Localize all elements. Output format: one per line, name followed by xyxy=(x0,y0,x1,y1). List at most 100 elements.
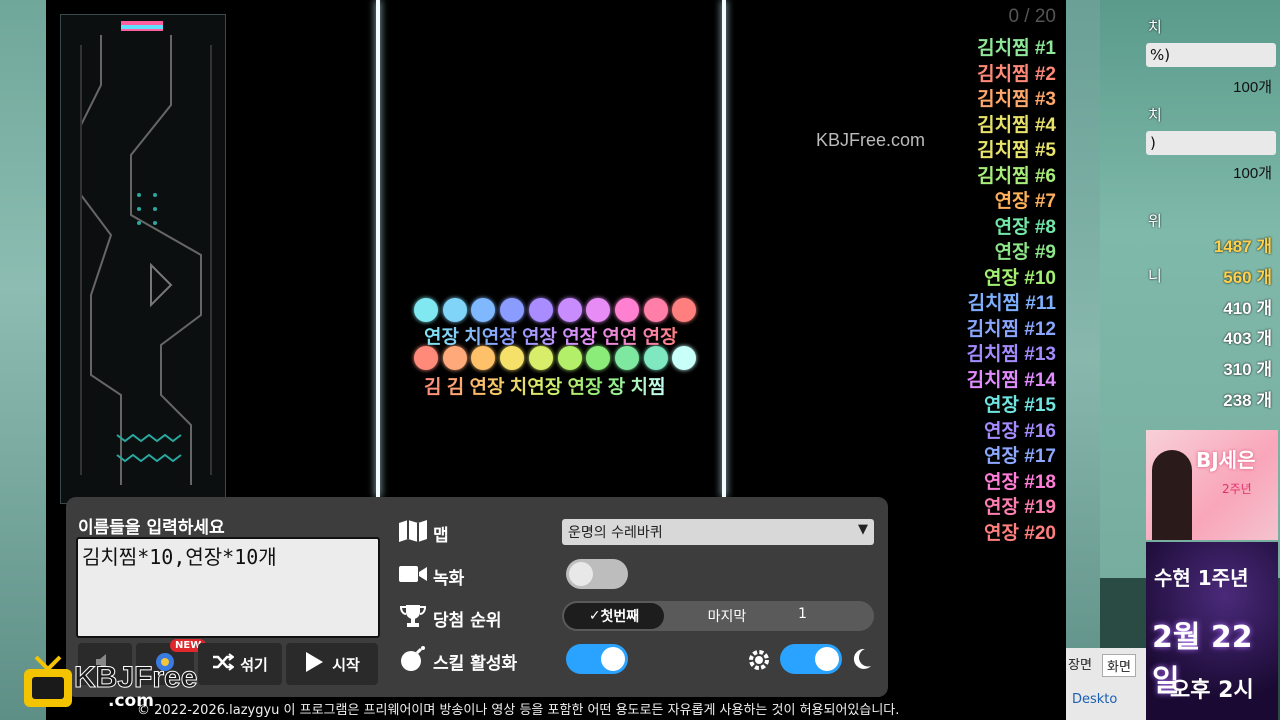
promo-sub: 2주년 xyxy=(1222,482,1252,496)
rank-selector: ✓ 첫번째 마지막 1 xyxy=(562,601,874,631)
ranking-list: 김치찜 #1 김치찜 #2 김치찜 #3 김치찜 #4 김치찜 #5 김치찜 #6 연장 #… xyxy=(926,36,1056,546)
avatar xyxy=(1152,450,1192,540)
marble xyxy=(528,346,553,370)
promo-banner-2: 수현 1주년 2월 22일 오후 2시 xyxy=(1146,542,1278,720)
theme-toggle[interactable] xyxy=(780,644,842,674)
record-label: 녹화 xyxy=(433,569,465,589)
logo-sub: .com xyxy=(108,691,154,711)
track-outline xyxy=(80,21,212,485)
rank-item: 연장 #18 xyxy=(984,471,1056,493)
marble xyxy=(528,298,553,322)
map-icon xyxy=(396,517,430,545)
marble xyxy=(672,298,697,322)
marble xyxy=(672,346,697,370)
rank-item: 김치찜 #13 xyxy=(966,344,1056,365)
toggle-knob xyxy=(569,562,593,586)
taskbar-item[interactable]: Deskto xyxy=(1072,692,1117,707)
rank-item: 연장 #7 xyxy=(994,191,1056,212)
marble xyxy=(471,298,496,322)
taskbar: 장면 화면 Deskto xyxy=(1066,648,1146,720)
shuffle-button[interactable]: 섞기 xyxy=(198,643,282,685)
goal-bar-2: ) xyxy=(1146,131,1276,155)
rank-item: 연장 #8 xyxy=(994,216,1056,238)
rank-item: 김치찜 #2 xyxy=(977,63,1056,85)
rank-item: 김치찜 #11 xyxy=(967,293,1056,314)
trophy-icon xyxy=(396,602,430,630)
marble xyxy=(414,346,438,370)
donation-value: 1487 개 xyxy=(1213,237,1272,256)
finish-counter: 0 / 20 xyxy=(1008,6,1056,27)
moon-icon xyxy=(850,647,872,675)
start-label: 시작 xyxy=(332,655,360,674)
goal-count-2: 100개 xyxy=(1233,165,1272,182)
taskbar-item[interactable]: 장면 xyxy=(1068,654,1092,673)
video-camera-icon xyxy=(396,560,430,588)
rank-item: 연장 #20 xyxy=(984,522,1056,544)
check-icon: ✓ xyxy=(588,608,601,624)
marble xyxy=(643,298,668,322)
rank-item: 연장 #9 xyxy=(994,242,1056,263)
chevron-down-icon: ▼ xyxy=(858,522,868,537)
marble xyxy=(614,346,639,370)
toggle-knob xyxy=(815,647,839,671)
desktop-background-right xyxy=(1066,0,1100,720)
marble-track-minimap xyxy=(60,14,226,504)
goal-bar-1: %) xyxy=(1146,43,1276,67)
donation-name-fragment: 니 xyxy=(1148,266,1162,285)
donation-value: 560 개 xyxy=(1223,267,1272,287)
names-input-title: 이름들을 입력하세요 xyxy=(78,518,225,538)
rank-item: 김치찜 #5 xyxy=(977,140,1056,161)
widget-fragment: 치 xyxy=(1148,18,1162,36)
marble xyxy=(557,298,582,322)
desktop-background-left xyxy=(0,0,46,720)
donation-value: 238 개 xyxy=(1223,391,1272,410)
skill-label: 스킬 활성화 xyxy=(433,654,518,674)
rank-item: 김치찜 #4 xyxy=(977,114,1056,136)
rank-item: 연장 #17 xyxy=(984,446,1056,467)
glowing-lane-left xyxy=(376,0,380,497)
marble-labels-bottom: 김 김 연장 치연장 연장 장 치찜 xyxy=(424,372,665,399)
marble xyxy=(614,298,639,322)
promo-name: BJ세은 xyxy=(1196,448,1256,472)
screen: 0 / 20 KBJFree.com 김치찜 #1 김치찜 #2 김치찜 #3 김치찜… xyxy=(0,0,1280,720)
rank-item: 김치찜 #6 xyxy=(977,165,1056,187)
rank-number-input[interactable]: 1 xyxy=(798,606,818,622)
rank-first-option[interactable]: ✓ 첫번째 xyxy=(564,603,664,629)
map-select[interactable]: 운명의 수레바퀴 ▼ xyxy=(562,519,874,545)
skill-toggle[interactable] xyxy=(566,644,628,674)
shuffle-icon xyxy=(212,653,235,675)
marble xyxy=(500,346,525,370)
glowing-lane-right xyxy=(722,0,726,497)
marble xyxy=(586,298,611,322)
shuffle-label: 섞기 xyxy=(240,655,268,674)
taskbar-item[interactable]: 화면 xyxy=(1102,654,1136,677)
bomb-icon xyxy=(396,645,430,673)
event-time: 오후 2시 xyxy=(1170,678,1254,703)
rank-item: 김치찜 #12 xyxy=(966,318,1056,340)
rank-item: 김치찜 #1 xyxy=(977,38,1056,59)
rank-item: 연장 #19 xyxy=(984,497,1056,518)
map-select-value: 운명의 수레바퀴 xyxy=(568,525,663,541)
rank-item: 연장 #15 xyxy=(984,395,1056,416)
marble xyxy=(643,346,668,370)
donation-value: 410 개 xyxy=(1223,298,1272,318)
marble xyxy=(586,346,611,370)
rank-last-option[interactable]: 마지막 xyxy=(672,606,782,626)
start-button[interactable]: 시작 xyxy=(286,643,378,685)
play-icon xyxy=(304,651,324,677)
rank-item: 김치찜 #14 xyxy=(966,369,1056,391)
gear-icon[interactable] xyxy=(746,647,772,677)
watermark: KBJFree.com xyxy=(816,130,926,150)
marble xyxy=(557,346,582,370)
rank-item: 연장 #16 xyxy=(984,420,1056,442)
widget-fragment: 위 xyxy=(1148,212,1162,230)
marble-labels-top: 연장 치연장 연장 연장 연연 연장 xyxy=(424,322,678,349)
record-toggle[interactable] xyxy=(566,559,628,589)
promo-banner-1: BJ세은 2주년 xyxy=(1146,430,1278,540)
names-input[interactable] xyxy=(76,537,380,638)
marble xyxy=(414,298,438,322)
copyright-notice: © 2022-2026.lazygyu 이 프로그램은 프리웨어이며 방송이나 … xyxy=(137,703,900,718)
marble xyxy=(442,298,467,322)
marble xyxy=(500,298,525,322)
marble xyxy=(442,346,467,370)
